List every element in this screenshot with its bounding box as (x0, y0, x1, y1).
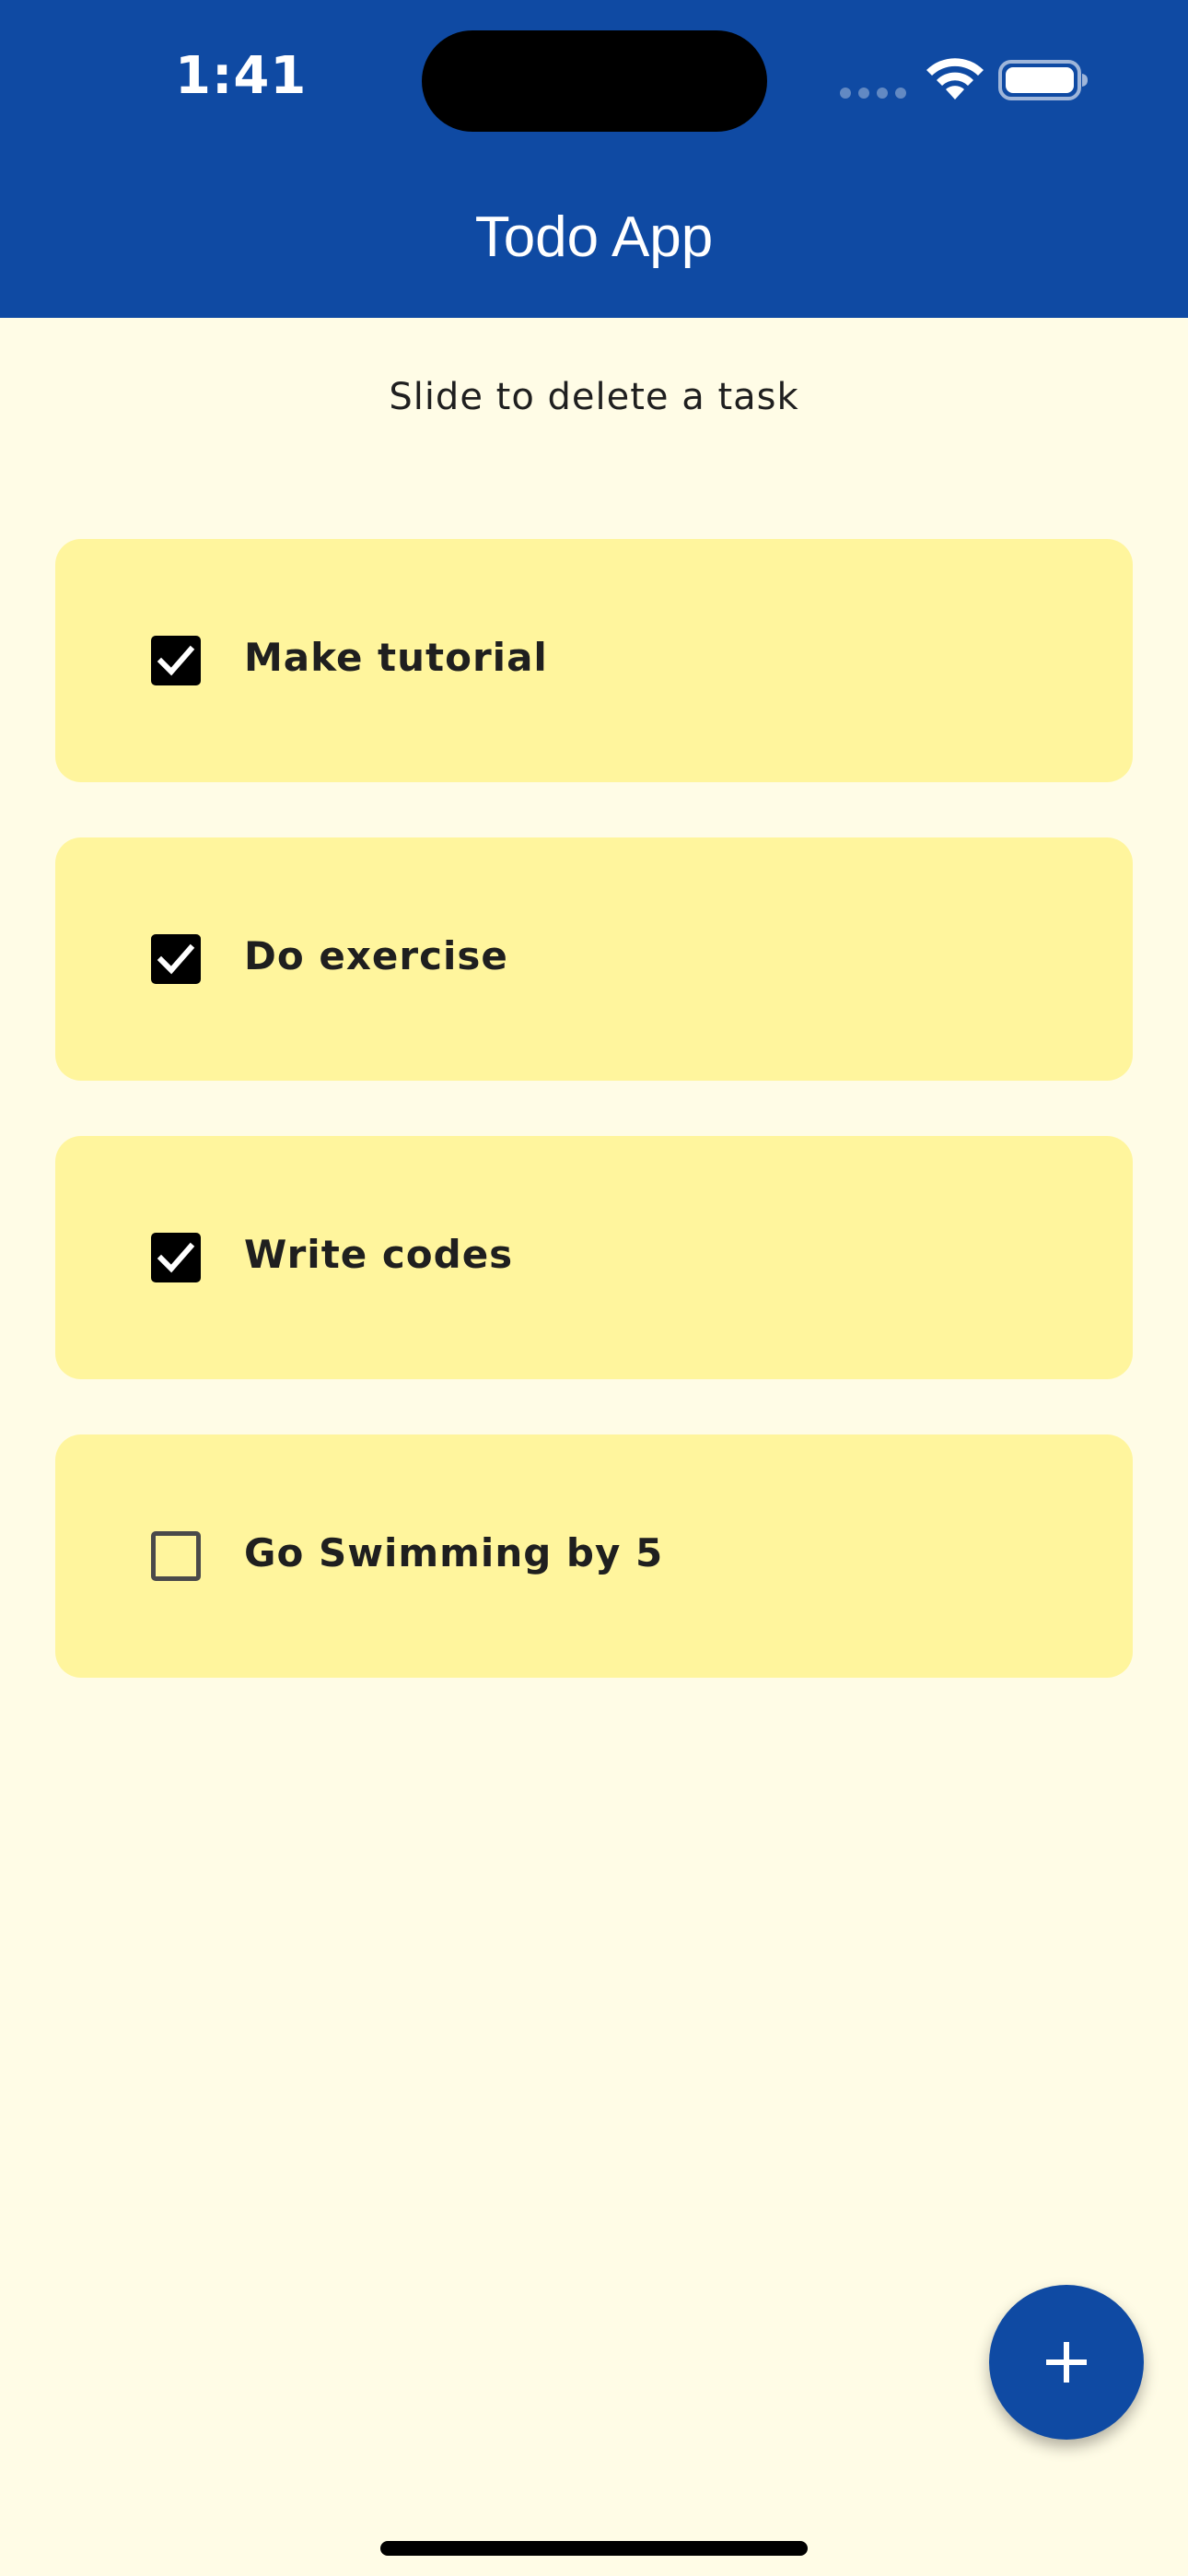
status-icons (840, 57, 1089, 103)
task-card[interactable]: Write codes (55, 1136, 1133, 1379)
checkmark-icon (157, 645, 195, 676)
task-label: Go Swimming by 5 (244, 1530, 664, 1575)
page-title: Todo App (474, 205, 714, 269)
plus-icon (1046, 2342, 1087, 2383)
checkmark-icon (157, 1242, 195, 1273)
task-checkbox[interactable] (151, 934, 201, 984)
task-card[interactable]: Make tutorial (55, 539, 1133, 782)
task-checkbox[interactable] (151, 1531, 201, 1581)
hint-text: Slide to delete a task (389, 376, 799, 418)
task-label: Do exercise (244, 933, 508, 978)
home-indicator (380, 2541, 808, 2556)
app-bar: 1:41 Todo App (0, 0, 1188, 318)
dynamic-island (422, 30, 767, 132)
task-card[interactable]: Go Swimming by 5 (55, 1434, 1133, 1678)
task-list: Make tutorial Do exercise Write codes Go… (55, 539, 1133, 1733)
task-card[interactable]: Do exercise (55, 837, 1133, 1081)
checkmark-icon (157, 943, 195, 975)
status-time: 1:41 (175, 46, 308, 106)
task-label: Write codes (244, 1232, 514, 1277)
battery-icon (998, 60, 1088, 100)
task-label: Make tutorial (244, 635, 548, 680)
wifi-icon (926, 58, 984, 100)
add-task-button[interactable] (989, 2285, 1144, 2440)
cellular-signal-icon (840, 88, 906, 99)
task-checkbox[interactable] (151, 636, 201, 685)
task-checkbox[interactable] (151, 1233, 201, 1282)
